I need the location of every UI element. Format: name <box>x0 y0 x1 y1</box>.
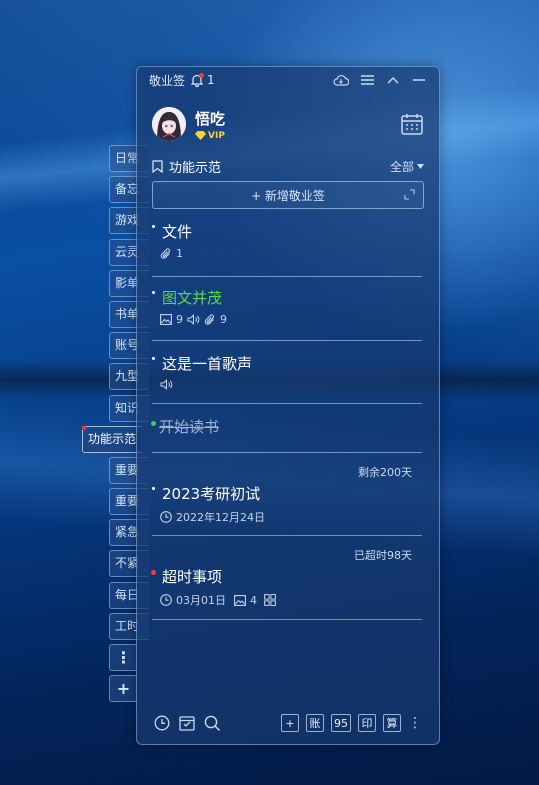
note-dot-completed <box>151 421 156 426</box>
note-item[interactable]: 这是一首歌声 <box>152 341 422 404</box>
countdown-tag: 剩余200天 <box>358 466 412 479</box>
filter-dropdown[interactable]: 全部 <box>390 158 424 175</box>
note-item[interactable]: 图文并茂 9 9 <box>152 277 422 341</box>
bookmark-icon <box>152 159 163 173</box>
caret-down-icon <box>417 163 424 169</box>
paperclip-icon <box>160 247 171 259</box>
note-dot-overdue <box>151 570 156 575</box>
note-item[interactable]: 剩余200天 2023考研初试 2022年12月24日 <box>152 453 422 536</box>
note-title: 超时事项 <box>162 568 223 586</box>
user-profile: 悟吃 VIP <box>137 99 439 149</box>
user-name: 悟吃 <box>195 109 226 128</box>
add-note-label: + 新增敬业签 <box>251 188 325 203</box>
bell-icon[interactable] <box>191 72 205 87</box>
more-tabs-button[interactable]: ⋮ <box>109 644 137 671</box>
note-date: 03月01日 <box>176 594 226 607</box>
add-note-button[interactable]: + 新增敬业签 <box>152 181 424 209</box>
image-icon <box>234 594 246 606</box>
minimize-icon[interactable] <box>411 72 427 88</box>
notes-panel: 敬业签 1 悟吃 VIP 功能示范 全部 + 新增敬业签 文件 1 图文并茂 9… <box>136 66 440 745</box>
note-title: 这是一首歌声 <box>162 355 253 373</box>
note-date: 2022年12月24日 <box>176 511 265 524</box>
account-button[interactable]: 账 <box>306 714 324 732</box>
history-icon[interactable] <box>154 715 170 731</box>
grid-icon <box>264 594 276 606</box>
note-item[interactable]: 文件 1 <box>152 215 422 277</box>
app-name: 敬业签 <box>149 73 186 88</box>
calendar-icon[interactable] <box>400 112 424 136</box>
note-dot <box>152 487 155 490</box>
clock-icon <box>160 594 172 606</box>
note-dot <box>152 291 155 294</box>
add-button[interactable]: + <box>281 714 299 732</box>
image-count: 9 <box>176 313 183 326</box>
diamond-icon <box>195 131 206 140</box>
menu-icon[interactable] <box>359 72 375 88</box>
note-title: 开始读书 <box>159 418 220 436</box>
more-options-icon[interactable]: ⋮ <box>408 716 422 730</box>
image-count: 4 <box>250 593 257 607</box>
expand-icon[interactable] <box>404 189 415 200</box>
search-icon[interactable] <box>204 715 221 732</box>
note-title: 文件 <box>162 223 193 241</box>
calculator-button[interactable]: 算 <box>383 714 401 732</box>
cloud-sync-icon[interactable] <box>333 72 349 88</box>
note-item[interactable]: 开始读书 <box>151 404 422 453</box>
note-title: 2023考研初试 <box>162 485 261 503</box>
notification-count: 1 <box>207 73 215 87</box>
font-size-button[interactable]: 95 <box>331 714 351 732</box>
clock-icon <box>160 511 172 523</box>
note-dot <box>152 225 155 228</box>
attachment-count: 1 <box>176 247 183 260</box>
notification-dot <box>199 72 205 78</box>
note-item[interactable]: 已超时98天 超时事项 03月01日 4 <box>151 536 422 620</box>
paperclip-icon <box>204 313 215 325</box>
archive-icon[interactable] <box>179 715 195 731</box>
avatar[interactable] <box>152 107 186 141</box>
vip-label: VIP <box>208 130 225 141</box>
audio-icon <box>187 314 200 325</box>
note-title: 图文并茂 <box>162 289 223 307</box>
collapse-icon[interactable] <box>385 72 401 88</box>
overdue-tag: 已超时98天 <box>354 549 412 562</box>
vip-badge[interactable]: VIP <box>195 131 225 141</box>
attachment-count: 9 <box>220 313 227 326</box>
note-list: 文件 1 图文并茂 9 9 这是一首歌声 开始读书 剩余200天 2023考研初… <box>137 215 439 620</box>
note-dot <box>152 357 155 360</box>
tab-feature-demo[interactable]: 功能示范 <box>82 425 142 453</box>
section-header: 功能示范 全部 <box>137 157 439 176</box>
titlebar: 敬业签 1 <box>137 67 439 93</box>
add-tab-button[interactable]: + <box>109 675 137 703</box>
section-title: 功能示范 <box>169 160 222 176</box>
audio-icon <box>160 379 173 390</box>
print-button[interactable]: 印 <box>358 714 376 732</box>
image-icon <box>160 314 172 325</box>
bottom-toolbar: + 账 95 印 算 ⋮ <box>137 702 439 744</box>
filter-label: 全部 <box>389 159 414 174</box>
